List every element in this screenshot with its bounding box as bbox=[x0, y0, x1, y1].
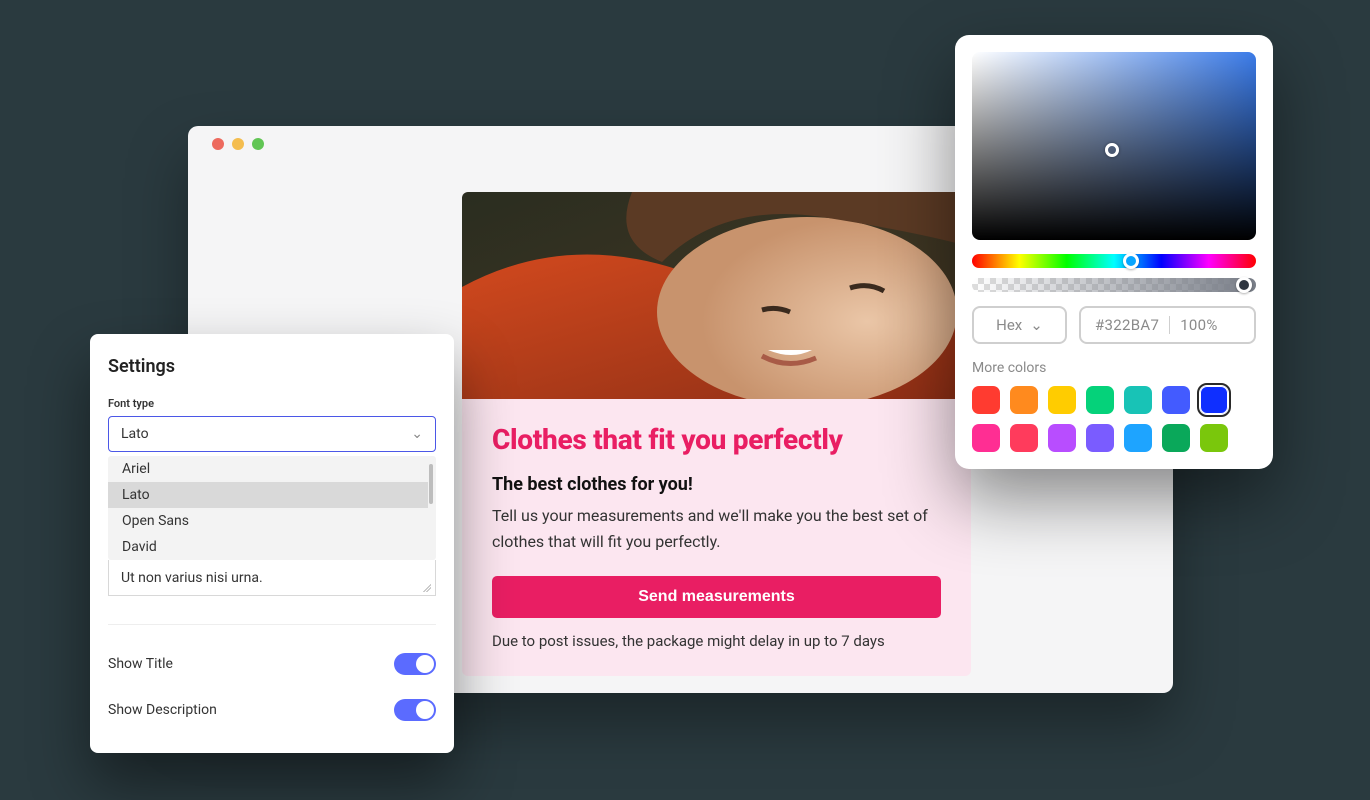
color-swatch[interactable] bbox=[1200, 424, 1228, 452]
send-measurements-button[interactable]: Send measurements bbox=[492, 576, 941, 618]
font-option[interactable]: Open Sans bbox=[108, 508, 428, 534]
color-swatch[interactable] bbox=[1162, 424, 1190, 452]
hue-thumb[interactable] bbox=[1123, 253, 1139, 269]
divider bbox=[108, 624, 436, 625]
color-format-value: Hex bbox=[996, 316, 1022, 334]
close-icon[interactable] bbox=[212, 138, 224, 150]
scrollbar-thumb[interactable] bbox=[429, 464, 433, 504]
toggle-label: Show Title bbox=[108, 656, 173, 672]
more-colors-label: More colors bbox=[972, 360, 1256, 376]
settings-panel: Settings Font type Lato ⌄ Ariel Lato Ope… bbox=[90, 334, 454, 753]
sample-text-value: Ut non varius nisi urna. bbox=[121, 570, 263, 586]
hue-slider[interactable] bbox=[972, 254, 1256, 268]
color-swatch[interactable] bbox=[1048, 386, 1076, 414]
color-value-input[interactable]: #322BA7 100% bbox=[1079, 306, 1256, 344]
sample-text-input[interactable]: Ut non varius nisi urna. bbox=[108, 560, 436, 596]
saturation-thumb[interactable] bbox=[1105, 143, 1119, 157]
maximize-icon[interactable] bbox=[252, 138, 264, 150]
font-option[interactable]: David bbox=[108, 534, 428, 560]
color-swatch[interactable] bbox=[1010, 424, 1038, 452]
color-swatch[interactable] bbox=[1048, 424, 1076, 452]
promo-title: Clothes that fit you perfectly bbox=[492, 423, 941, 456]
resize-handle-icon[interactable] bbox=[421, 582, 431, 592]
chevron-down-icon: ⌄ bbox=[411, 426, 423, 442]
color-picker: Hex ⌄ #322BA7 100% More colors bbox=[955, 35, 1273, 469]
font-dropdown: Ariel Lato Open Sans David bbox=[108, 456, 436, 560]
color-swatch[interactable] bbox=[972, 424, 1000, 452]
font-select[interactable]: Lato ⌄ bbox=[108, 416, 436, 452]
alpha-thumb[interactable] bbox=[1236, 277, 1252, 293]
chevron-down-icon: ⌄ bbox=[1030, 316, 1043, 334]
promo-footnote: Due to post issues, the package might de… bbox=[492, 632, 941, 650]
promo-body: Tell us your measurements and we'll make… bbox=[492, 503, 941, 554]
show-description-toggle[interactable] bbox=[394, 699, 436, 721]
swatch-grid bbox=[972, 386, 1256, 452]
color-swatch[interactable] bbox=[1086, 424, 1114, 452]
promo-subtitle: The best clothes for you! bbox=[492, 474, 941, 495]
saturation-field[interactable] bbox=[972, 52, 1256, 240]
color-hex-value: #322BA7 bbox=[1095, 316, 1159, 334]
settings-title: Settings bbox=[108, 356, 436, 377]
alpha-slider[interactable] bbox=[972, 278, 1256, 292]
font-option[interactable]: Ariel bbox=[108, 456, 428, 482]
promo-card: Clothes that fit you perfectly The best … bbox=[462, 192, 971, 676]
toggle-label: Show Description bbox=[108, 702, 217, 718]
font-type-label: Font type bbox=[108, 397, 436, 410]
color-swatch[interactable] bbox=[1010, 386, 1038, 414]
font-select-value: Lato bbox=[121, 426, 149, 442]
color-swatch[interactable] bbox=[1200, 386, 1228, 414]
color-swatch[interactable] bbox=[1162, 386, 1190, 414]
show-title-toggle[interactable] bbox=[394, 653, 436, 675]
hero-image bbox=[462, 192, 971, 399]
font-option[interactable]: Lato bbox=[108, 482, 428, 508]
color-swatch[interactable] bbox=[1124, 386, 1152, 414]
color-swatch[interactable] bbox=[972, 386, 1000, 414]
minimize-icon[interactable] bbox=[232, 138, 244, 150]
color-swatch[interactable] bbox=[1086, 386, 1114, 414]
color-format-select[interactable]: Hex ⌄ bbox=[972, 306, 1067, 344]
color-opacity-value: 100% bbox=[1180, 316, 1217, 334]
separator bbox=[1169, 316, 1170, 334]
color-swatch[interactable] bbox=[1124, 424, 1152, 452]
